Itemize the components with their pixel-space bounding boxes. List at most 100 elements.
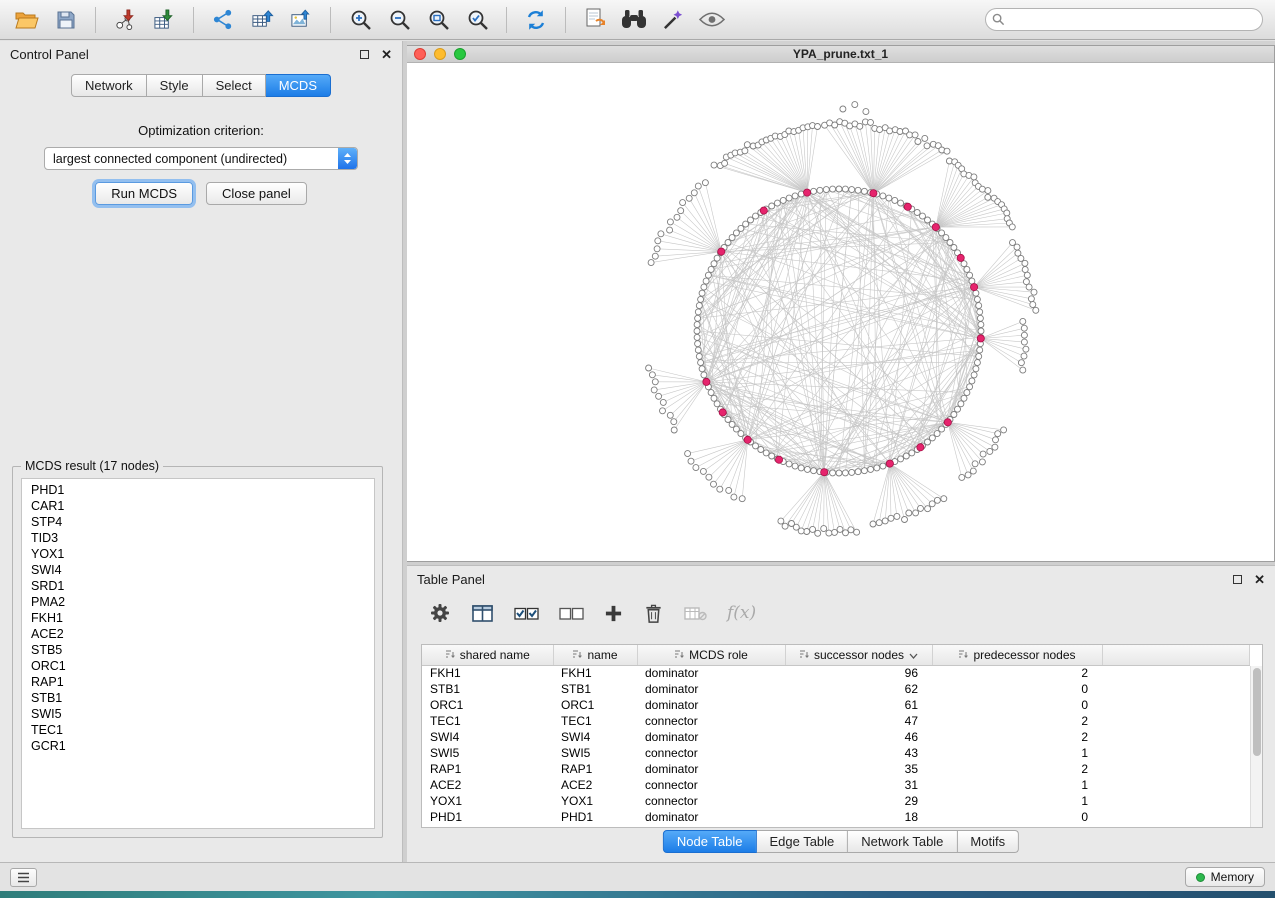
cell-name: SWI5 (553, 745, 637, 761)
mcds-node-item[interactable]: TID3 (22, 530, 374, 546)
mcds-node-item[interactable]: GCR1 (22, 738, 374, 754)
table-row[interactable]: YOX1YOX1connector291 (422, 793, 1250, 809)
search-icon (992, 13, 1005, 26)
mcds-node-item[interactable]: PHD1 (22, 482, 374, 498)
cell-shared_name: STB1 (422, 681, 553, 697)
close-table-panel-icon[interactable]: ✕ (1254, 573, 1265, 586)
mcds-node-item[interactable]: SWI4 (22, 562, 374, 578)
status-bar: Memory (0, 862, 1275, 891)
mcds-node-item[interactable]: YOX1 (22, 546, 374, 562)
table-row[interactable]: SWI5SWI5connector431 (422, 745, 1250, 761)
table-row[interactable]: ACE2ACE2connector311 (422, 777, 1250, 793)
function-builder-button: f(x) (727, 603, 756, 623)
column-header-filler (1102, 645, 1250, 665)
export-network-icon[interactable] (212, 8, 235, 31)
table-row[interactable]: PHD1PHD1dominator180 (422, 809, 1250, 825)
run-mcds-button[interactable]: Run MCDS (95, 182, 193, 205)
tab-node-table[interactable]: Node Table (663, 830, 757, 853)
mcds-node-item[interactable]: CAR1 (22, 498, 374, 514)
search-input[interactable] (985, 8, 1263, 31)
tab-motifs[interactable]: Motifs (957, 830, 1019, 853)
cell-predecessors: 1 (932, 793, 1102, 809)
cell-role: connector (637, 777, 785, 793)
tab-network[interactable]: Network (71, 74, 147, 97)
tab-edge-table[interactable]: Edge Table (756, 830, 848, 853)
cell-name: ACE2 (553, 777, 637, 793)
float-table-panel-icon[interactable] (1233, 575, 1242, 584)
network-window-titlebar[interactable]: YPA_prune.txt_1 (407, 46, 1274, 63)
mcds-node-item[interactable]: STP4 (22, 514, 374, 530)
add-column-plus-icon[interactable] (604, 604, 623, 623)
table-settings-gear-icon[interactable] (429, 602, 451, 624)
open-file-icon[interactable] (15, 10, 39, 30)
eye-icon[interactable] (699, 11, 725, 28)
mcds-node-item[interactable]: ACE2 (22, 626, 374, 642)
table-row[interactable]: FKH1FKH1dominator962 (422, 665, 1250, 681)
export-table-icon[interactable] (251, 8, 274, 31)
search-network-binoculars-icon[interactable] (621, 9, 647, 30)
select-all-icon[interactable] (514, 605, 539, 622)
close-panel-icon[interactable]: ✕ (381, 48, 392, 61)
column-header-predecessor-nodes[interactable]: predecessor nodes (932, 645, 1102, 665)
sort-icon (445, 648, 455, 662)
zoom-selected-icon[interactable] (466, 8, 489, 31)
network-window-title: YPA_prune.txt_1 (407, 47, 1274, 61)
optimization-select[interactable]: largest connected component (undirected) (44, 147, 358, 170)
tab-network-table[interactable]: Network Table (848, 830, 957, 853)
scrollbar-thumb[interactable] (1253, 668, 1261, 756)
tab-select[interactable]: Select (203, 74, 266, 97)
import-network-icon[interactable] (114, 8, 137, 31)
mcds-node-item[interactable]: PMA2 (22, 594, 374, 610)
column-header-successor-nodes[interactable]: successor nodes (785, 645, 932, 665)
save-icon[interactable] (56, 10, 76, 30)
memory-button-label: Memory (1211, 870, 1254, 884)
show-columns-icon[interactable] (471, 603, 494, 624)
mcds-node-item[interactable]: STB5 (22, 642, 374, 658)
column-header-name[interactable]: name (553, 645, 637, 665)
deselect-all-icon[interactable] (559, 605, 584, 622)
cell-shared_name: SWI5 (422, 745, 553, 761)
table-row[interactable]: RAP1RAP1dominator352 (422, 761, 1250, 777)
control-panel-tabs: NetworkStyleSelectMCDS (71, 74, 331, 97)
zoom-fit-icon[interactable] (427, 8, 450, 31)
zoom-in-icon[interactable] (349, 8, 372, 31)
export-image-icon[interactable] (290, 8, 313, 31)
mcds-node-item[interactable]: RAP1 (22, 674, 374, 690)
mcds-node-item[interactable]: STB1 (22, 690, 374, 706)
cell-empty (1102, 793, 1250, 809)
cell-empty (1102, 665, 1250, 681)
zoom-out-icon[interactable] (388, 8, 411, 31)
tab-mcds[interactable]: MCDS (266, 74, 331, 97)
mcds-node-item[interactable]: SRD1 (22, 578, 374, 594)
mcds-node-item[interactable]: SWI5 (22, 706, 374, 722)
refresh-icon[interactable] (524, 8, 548, 32)
close-panel-button[interactable]: Close panel (206, 182, 307, 205)
float-panel-icon[interactable] (360, 50, 369, 59)
table-row[interactable]: STB1STB1dominator620 (422, 681, 1250, 697)
table-row[interactable]: TEC1TEC1connector472 (422, 713, 1250, 729)
share-document-icon[interactable] (584, 8, 606, 31)
cell-empty (1102, 745, 1250, 761)
column-header-mcds-role[interactable]: MCDS role (637, 645, 785, 665)
mcds-node-item[interactable]: FKH1 (22, 610, 374, 626)
import-table-icon[interactable] (153, 8, 176, 31)
panel-menu-button[interactable] (10, 868, 37, 887)
cell-predecessors: 2 (932, 665, 1102, 681)
chevron-down-icon[interactable] (909, 648, 918, 662)
table-row[interactable]: ORC1ORC1dominator610 (422, 697, 1250, 713)
mcds-node-item[interactable]: TEC1 (22, 722, 374, 738)
cell-empty (1102, 809, 1250, 825)
delete-column-trash-icon[interactable] (643, 603, 664, 624)
cell-predecessors: 1 (932, 777, 1102, 793)
mcds-node-item[interactable]: ORC1 (22, 658, 374, 674)
cell-predecessors: 2 (932, 729, 1102, 745)
cell-role: dominator (637, 729, 785, 745)
table-scrollbar[interactable] (1250, 666, 1262, 827)
column-header-shared-name[interactable]: shared name (422, 645, 553, 665)
table-row[interactable]: SWI4SWI4dominator462 (422, 729, 1250, 745)
style-wand-icon[interactable] (662, 8, 685, 31)
mcds-result-list[interactable]: PHD1CAR1STP4TID3YOX1SWI4SRD1PMA2FKH1ACE2… (21, 478, 375, 829)
network-canvas[interactable] (407, 63, 1273, 561)
tab-style[interactable]: Style (147, 74, 203, 97)
memory-button[interactable]: Memory (1185, 867, 1265, 887)
